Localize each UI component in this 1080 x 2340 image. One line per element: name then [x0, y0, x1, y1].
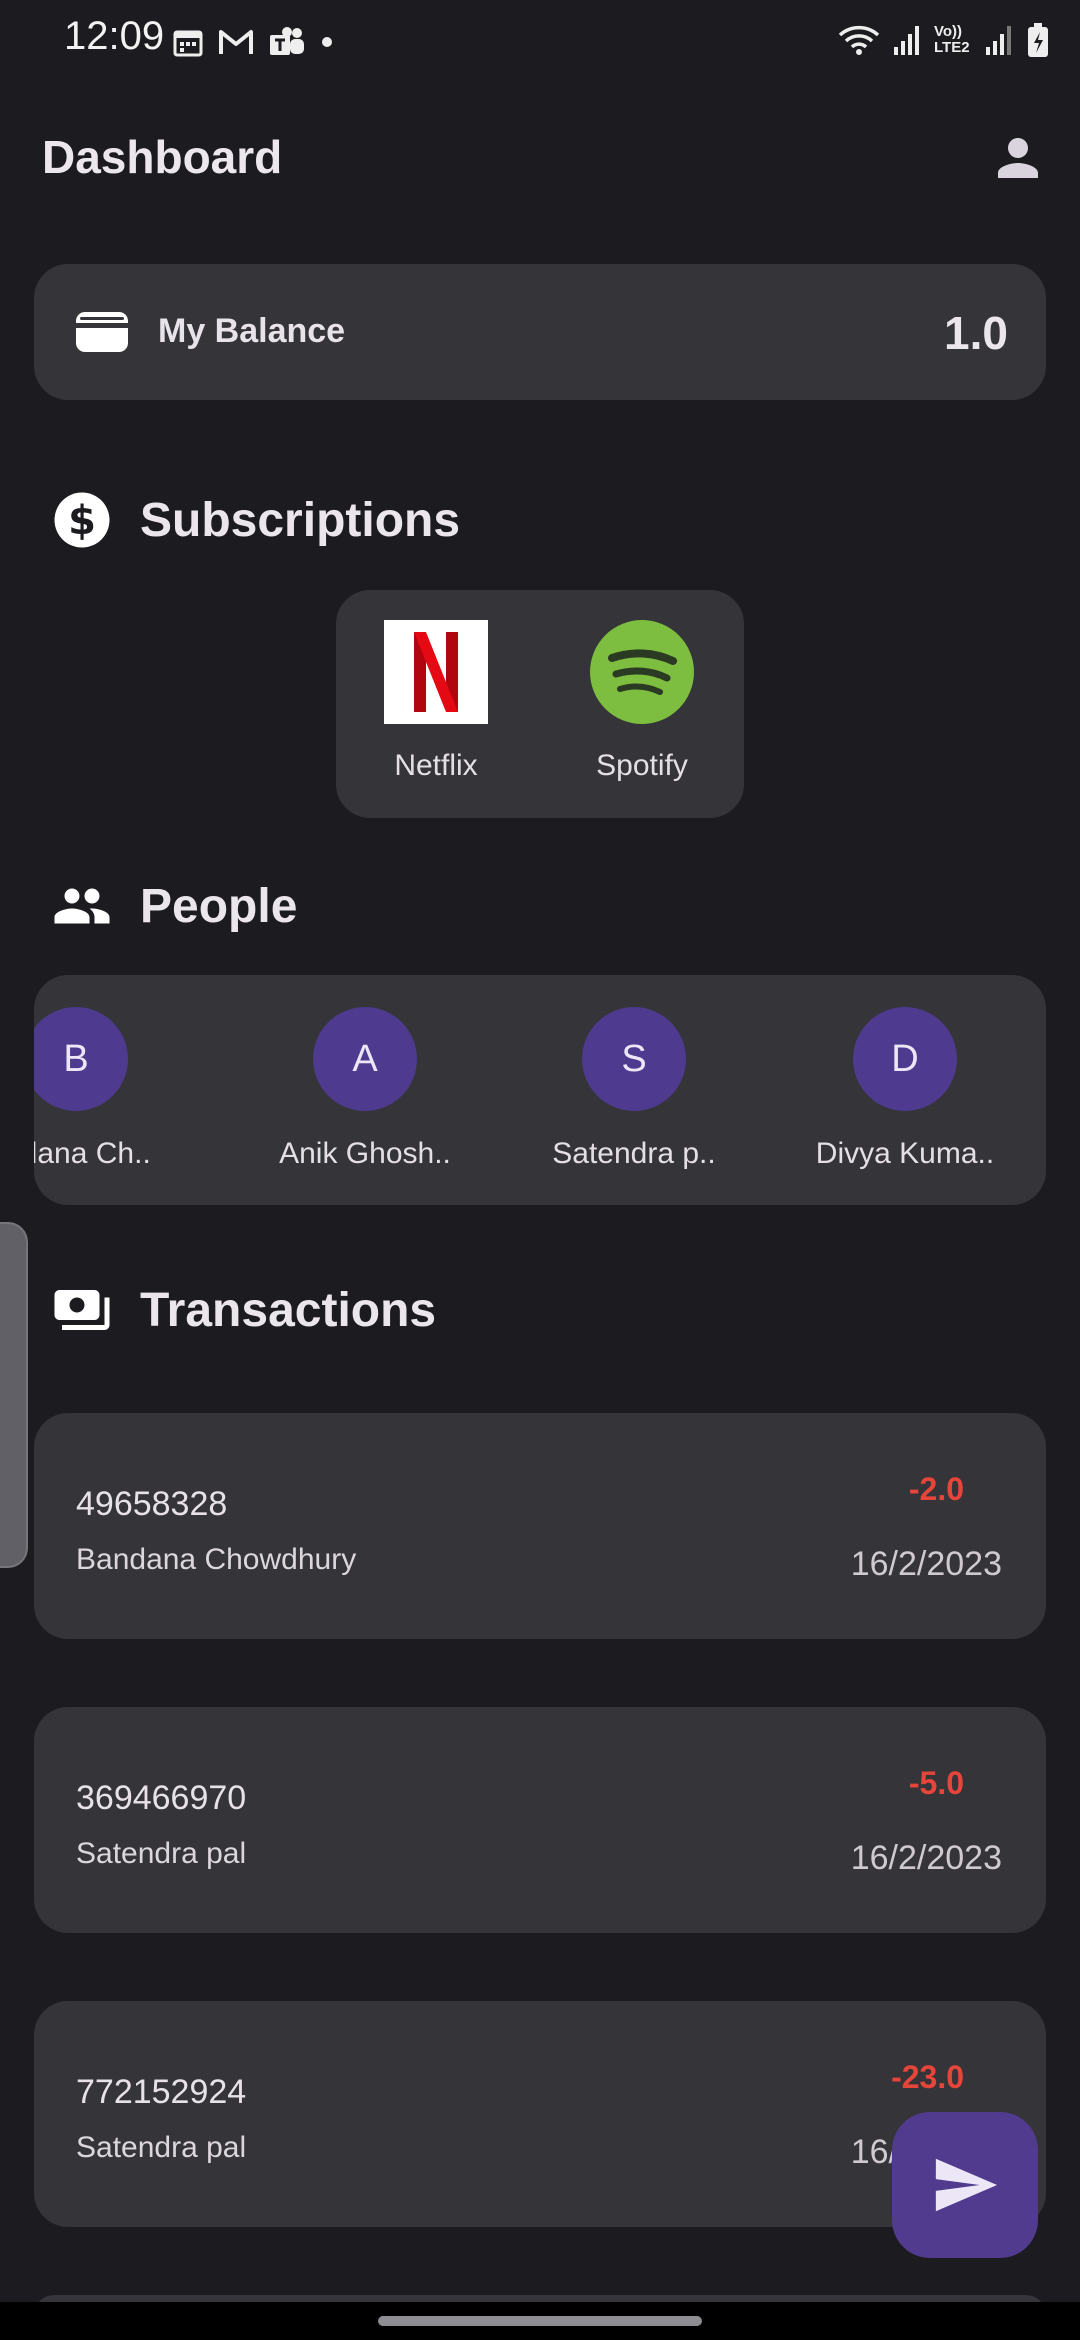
- avatar: D: [853, 1007, 957, 1111]
- calendar-icon: [173, 30, 203, 57]
- person-name: ndana Ch..: [34, 1137, 151, 1170]
- page-title: Dashboard: [42, 131, 283, 183]
- transaction-id: 49658328: [76, 1485, 228, 1523]
- subscription-spotify[interactable]: Spotify: [572, 620, 712, 783]
- netflix-logo-icon: [384, 620, 488, 724]
- person-icon: [998, 138, 1038, 178]
- signal-icon: [894, 26, 919, 55]
- people-list[interactable]: B ndana Ch.. A Anik Ghosh.. S Satendra p…: [34, 975, 1046, 1205]
- person-item[interactable]: S Satendra p..: [519, 1007, 749, 1171]
- subscription-label: Netflix: [394, 749, 478, 782]
- signal-icon-2: [986, 26, 1011, 55]
- transaction-name: Satendra pal: [76, 1837, 247, 1870]
- dollar-circle-icon: $: [54, 492, 110, 548]
- subscriptions-title: Subscriptions: [140, 493, 461, 547]
- subscriptions-card: Netflix Spotify: [336, 590, 744, 818]
- send-money-fab[interactable]: [892, 2112, 1038, 2258]
- transaction-card[interactable]: 369466970 Satendra pal -5.0 16/2/2023: [34, 1707, 1046, 1933]
- people-title: People: [140, 879, 298, 933]
- transaction-card[interactable]: 49658328 Bandana Chowdhury -2.0 16/2/202…: [34, 1413, 1046, 1639]
- transactions-header: Transactions: [52, 1278, 436, 1342]
- subscription-label: Spotify: [596, 749, 688, 782]
- balance-card[interactable]: My Balance 1.0: [34, 264, 1046, 400]
- send-icon: [935, 2158, 998, 2212]
- balance-label: My Balance: [158, 312, 346, 350]
- person-name: Anik Ghosh..: [279, 1137, 451, 1170]
- balance-value: 1.0: [944, 307, 1008, 359]
- more-notifications-dot-icon: [322, 37, 332, 47]
- status-time: 12:09: [64, 14, 165, 58]
- gmail-icon: [219, 30, 253, 54]
- avatar: A: [313, 1007, 417, 1111]
- teams-icon: [270, 27, 304, 55]
- avatar: B: [34, 1007, 128, 1111]
- avatar: S: [582, 1007, 686, 1111]
- transaction-name: Satendra pal: [76, 2131, 247, 2164]
- system-icons: Vo)) LTE2: [838, 20, 1050, 60]
- transaction-id: 772152924: [76, 2073, 247, 2111]
- transaction-amount: -5.0: [908, 1765, 964, 1801]
- person-item[interactable]: A Anik Ghosh..: [250, 1007, 480, 1171]
- people-icon: [54, 888, 110, 924]
- transaction-date: 16/2/2023: [850, 1839, 1002, 1877]
- transaction-amount: -2.0: [908, 1471, 964, 1507]
- transaction-date: 16/2/2023: [850, 1545, 1002, 1583]
- transaction-name: Bandana Chowdhury: [76, 1543, 357, 1576]
- home-gesture-handle[interactable]: [378, 2316, 702, 2326]
- transaction-id: 369466970: [76, 1779, 247, 1817]
- profile-button[interactable]: [988, 128, 1048, 188]
- subscription-netflix[interactable]: Netflix: [366, 620, 506, 783]
- transaction-amount: -23.0: [891, 2059, 964, 2095]
- subscriptions-header: $ Subscriptions: [52, 488, 460, 552]
- status-bar: 12:09 Vo)) LTE2: [0, 0, 1080, 80]
- system-navigation-bar: [0, 2302, 1080, 2340]
- person-item[interactable]: D Divya Kuma..: [790, 1007, 1020, 1171]
- person-name: Satendra p..: [552, 1137, 716, 1170]
- spotify-logo-icon: [590, 620, 694, 724]
- wifi-icon: [838, 25, 880, 55]
- battery-charging-icon: [1028, 23, 1048, 57]
- network-type-label: Vo)) LTE2: [934, 23, 970, 56]
- person-name: Divya Kuma..: [815, 1137, 995, 1170]
- transactions-title: Transactions: [140, 1283, 437, 1337]
- edge-panel-handle[interactable]: [0, 1222, 28, 1568]
- people-header: People: [52, 874, 297, 938]
- wallet-icon: [76, 312, 128, 352]
- payments-icon: [54, 1290, 110, 1330]
- person-item[interactable]: B ndana Ch..: [34, 1007, 234, 1171]
- svg-text:$: $: [68, 498, 96, 544]
- notification-icons: [172, 24, 334, 60]
